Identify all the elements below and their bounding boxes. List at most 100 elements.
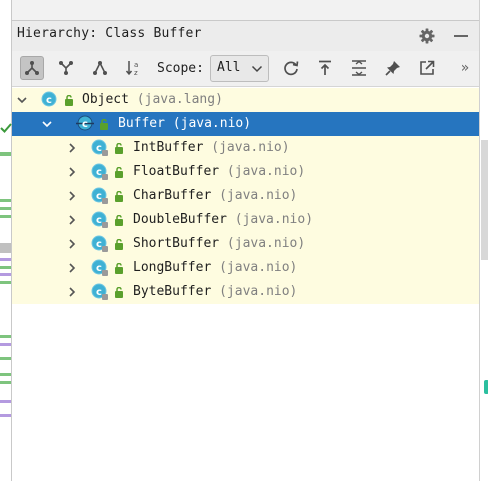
check-icon <box>0 123 12 133</box>
public-access-icon <box>65 95 73 106</box>
gutter-change-mark <box>0 381 11 384</box>
tree-row-child[interactable]: c FloatBuffer (java.nio) <box>12 160 479 184</box>
gutter-change-mark <box>0 258 11 261</box>
public-access-icon <box>100 119 108 130</box>
expand-all-button[interactable] <box>347 56 371 80</box>
svg-text:c: c <box>96 191 102 202</box>
supertypes-hierarchy-button[interactable] <box>54 56 78 80</box>
tree-node-label: Buffer (java.nio) <box>118 116 252 131</box>
abstract-class-icon: c <box>91 259 108 276</box>
chevron-right-icon[interactable] <box>67 263 77 273</box>
class-hierarchy-button[interactable] <box>88 56 112 80</box>
abstract-class-icon: c <box>91 139 108 156</box>
tool-window-header: Hierarchy: Class Buffer <box>12 21 479 51</box>
svg-text:c: c <box>96 263 102 274</box>
chevron-down-icon[interactable] <box>17 95 27 105</box>
gutter-change-mark <box>0 281 11 284</box>
subtypes-hierarchy-icon <box>25 61 39 75</box>
tree-row-child[interactable]: c CharBuffer (java.nio) <box>12 184 479 208</box>
public-access-icon <box>115 143 123 154</box>
double-chevron-right-icon: » <box>460 60 470 76</box>
hierarchy-tool-window: Hierarchy: Class Buffer a z Scope: All »… <box>12 20 479 481</box>
public-access-icon <box>115 263 123 274</box>
scope-label: Scope: <box>157 61 204 76</box>
hide-button[interactable] <box>452 27 470 45</box>
error-stripe-mark <box>484 380 488 394</box>
refresh-button[interactable] <box>279 56 303 80</box>
sort-alphabetically-icon: a z <box>125 61 138 77</box>
tree-row-child[interactable]: c ByteBuffer (java.nio) <box>12 280 479 304</box>
svg-text:c: c <box>96 143 102 154</box>
chevron-down-icon[interactable] <box>42 119 52 129</box>
abstract-class-icon: c <box>91 163 108 180</box>
minimize-icon <box>454 35 468 37</box>
chevron-right-icon[interactable] <box>67 239 77 249</box>
tree-row-child[interactable]: c DoubleBuffer (java.nio) <box>12 208 479 232</box>
chevron-right-icon[interactable] <box>67 215 77 225</box>
svg-text:c: c <box>96 167 102 178</box>
tree-row-selected[interactable]: c Buffer (java.nio) <box>12 112 479 136</box>
tree-node-label: Object (java.lang) <box>82 92 223 107</box>
abstract-class-icon: c <box>91 283 108 300</box>
gutter-change-mark <box>0 400 11 403</box>
abstract-class-icon: c <box>76 115 94 131</box>
settings-button[interactable] <box>418 27 436 45</box>
export-icon <box>319 60 331 75</box>
abstract-class-icon: c <box>91 235 108 252</box>
tree-node-label: IntBuffer (java.nio) <box>133 140 290 155</box>
tree-row-root[interactable]: c Object (java.lang) <box>12 88 479 112</box>
public-access-icon <box>115 191 123 202</box>
toolbar-overflow-button[interactable]: » <box>455 56 475 80</box>
export-button[interactable] <box>313 56 337 80</box>
chevron-right-icon[interactable] <box>67 191 77 201</box>
supertypes-hierarchy-icon <box>59 61 73 75</box>
scope-dropdown[interactable]: All <box>210 55 269 82</box>
tree-node-label: ShortBuffer (java.nio) <box>133 236 306 251</box>
tree-row-child[interactable]: c ShortBuffer (java.nio) <box>12 232 479 256</box>
chevron-down-icon <box>251 65 263 73</box>
gutter-change-mark <box>0 343 11 346</box>
class-icon: c <box>41 91 57 107</box>
gutter-change-mark <box>0 207 11 210</box>
gutter-change-mark <box>0 215 11 218</box>
public-access-icon <box>115 287 123 298</box>
editor-gutter <box>0 0 12 481</box>
tree-node-label: DoubleBuffer (java.nio) <box>133 212 314 227</box>
open-in-editor-button[interactable] <box>415 56 439 80</box>
pin-icon <box>385 61 400 76</box>
svg-text:c: c <box>96 287 102 298</box>
subtypes-hierarchy-button[interactable] <box>20 56 44 80</box>
tree-row-child[interactable]: c LongBuffer (java.nio) <box>12 256 479 280</box>
gutter-change-mark <box>0 357 11 360</box>
public-access-icon <box>115 167 123 178</box>
chevron-right-icon[interactable] <box>67 287 77 297</box>
pin-button[interactable] <box>381 56 405 80</box>
gutter-change-mark <box>0 373 11 376</box>
svg-text:c: c <box>96 215 102 226</box>
abstract-class-icon: c <box>91 211 108 228</box>
gutter-change-mark <box>0 243 11 253</box>
hierarchy-tree: c Object (java.lang) c Buffer (java.nio)… <box>12 88 479 304</box>
sort-alphabetically-button[interactable]: a z <box>122 56 146 80</box>
svg-text:c: c <box>82 119 88 130</box>
right-editor-strip <box>479 0 488 481</box>
expand-all-icon <box>352 60 366 76</box>
public-access-icon <box>115 239 123 250</box>
svg-text:c: c <box>96 239 102 250</box>
gear-icon <box>419 28 435 44</box>
tree-row-child[interactable]: c IntBuffer (java.nio) <box>12 136 479 160</box>
gutter-change-mark <box>0 199 11 202</box>
gutter-change-mark <box>0 335 11 338</box>
chevron-right-icon[interactable] <box>67 143 77 153</box>
scrollbar-thumb[interactable] <box>481 140 488 260</box>
abstract-class-icon: c <box>91 187 108 204</box>
svg-text:a: a <box>134 61 138 69</box>
gutter-change-mark <box>0 152 11 156</box>
tree-node-label: ByteBuffer (java.nio) <box>133 284 298 299</box>
tree-node-label: CharBuffer (java.nio) <box>133 188 298 203</box>
scope-selected-value: All <box>217 60 241 75</box>
svg-text:z: z <box>134 69 138 77</box>
chevron-right-icon[interactable] <box>67 167 77 177</box>
tree-node-label: LongBuffer (java.nio) <box>133 260 298 275</box>
tool-window-title: Hierarchy: Class Buffer <box>17 26 202 41</box>
